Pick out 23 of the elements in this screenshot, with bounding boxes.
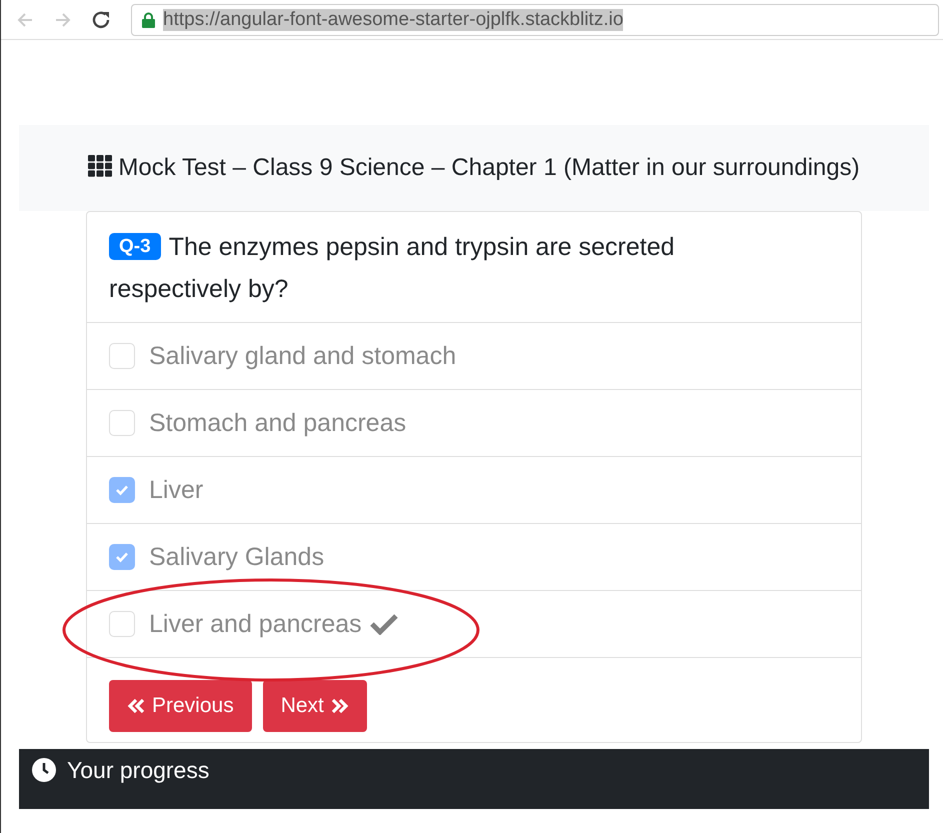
next-button[interactable]: Next xyxy=(262,680,367,732)
checkbox[interactable] xyxy=(109,410,135,436)
double-chevron-icon xyxy=(330,697,349,715)
option-label[interactable]: Salivary gland and stomach xyxy=(149,342,456,370)
lock-icon xyxy=(142,12,155,28)
clock-icon xyxy=(31,757,57,783)
reload-icon[interactable] xyxy=(90,8,112,30)
checkbox[interactable] xyxy=(109,544,135,570)
option-label[interactable]: Liver xyxy=(149,476,204,504)
checkbox[interactable] xyxy=(109,343,135,369)
address-bar[interactable]: https://angular-font-awesome-starter-ojplfk.stackblitz.io xyxy=(131,4,939,36)
option-label[interactable]: Stomach and pancreas xyxy=(149,408,406,438)
option-label[interactable]: Salivary Glands xyxy=(149,542,324,572)
option-label[interactable]: Liver and pancreas xyxy=(149,610,362,638)
progress-title: Your progress xyxy=(67,757,210,783)
checkmark-icon xyxy=(115,551,129,563)
test-title: Mock Test – Class 9 Science – Chapter 1 (Matter in our surroundings) xyxy=(88,154,860,181)
checkmark-icon xyxy=(115,484,129,496)
checkbox[interactable] xyxy=(109,477,135,503)
double-chevron-icon xyxy=(127,697,146,715)
grid-icon xyxy=(88,155,112,177)
previous-button[interactable]: Previous xyxy=(109,680,252,732)
checkbox[interactable] xyxy=(109,611,135,637)
